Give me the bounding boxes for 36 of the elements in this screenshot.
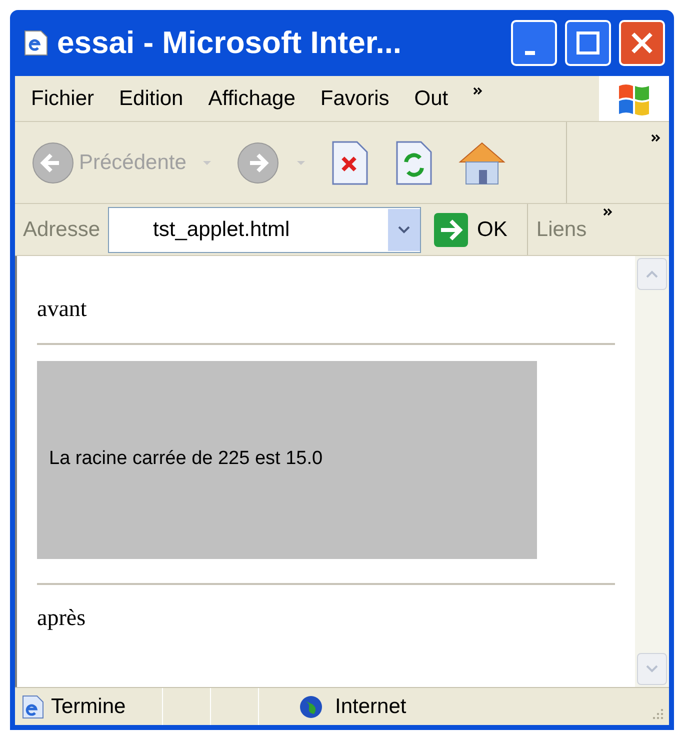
maximize-button[interactable] xyxy=(565,20,611,66)
dropdown-caret-icon xyxy=(296,160,306,166)
house-icon xyxy=(458,140,506,186)
menu-item[interactable]: Edition xyxy=(119,82,184,114)
globe-icon xyxy=(299,694,323,718)
caret-up-icon xyxy=(646,270,658,278)
arrow-right-icon xyxy=(433,212,470,248)
address-value: tst_applet.html xyxy=(152,216,291,243)
close-button[interactable] xyxy=(619,20,665,66)
address-label: Adresse xyxy=(23,216,100,243)
chevron-icon[interactable] xyxy=(602,208,613,216)
minimize-button[interactable] xyxy=(511,20,557,66)
chevron-icon[interactable] xyxy=(473,86,484,95)
page-text: avant xyxy=(37,295,88,323)
minimize-icon xyxy=(525,51,535,55)
maximize-icon xyxy=(575,30,601,56)
zone-text: Internet xyxy=(335,694,406,720)
menu-item[interactable]: Fichier xyxy=(31,82,94,114)
menu-item[interactable]: Out xyxy=(414,82,448,114)
page-text: après xyxy=(37,604,87,632)
document-arrows-icon xyxy=(394,140,434,186)
window-title: essai - Microsoft Inter... xyxy=(57,24,403,62)
flag-logo-icon xyxy=(617,82,651,116)
close-icon xyxy=(629,30,655,56)
go-button[interactable]: OK xyxy=(429,212,512,248)
document-cross-icon xyxy=(330,140,370,186)
status-text: Termine xyxy=(51,694,126,720)
chevron-icon[interactable] xyxy=(651,134,661,142)
dropdown-caret-icon xyxy=(202,160,212,166)
address-field[interactable]: tst_applet.html xyxy=(108,206,422,252)
applet-text: La racine carrée de 225 est 15.0 xyxy=(49,447,323,472)
caret-icon xyxy=(398,226,410,234)
menu-item[interactable]: Affichage xyxy=(208,82,296,114)
menu-item[interactable]: Favoris xyxy=(320,82,390,114)
caret-down-icon xyxy=(646,665,658,673)
document-icon xyxy=(23,29,49,57)
